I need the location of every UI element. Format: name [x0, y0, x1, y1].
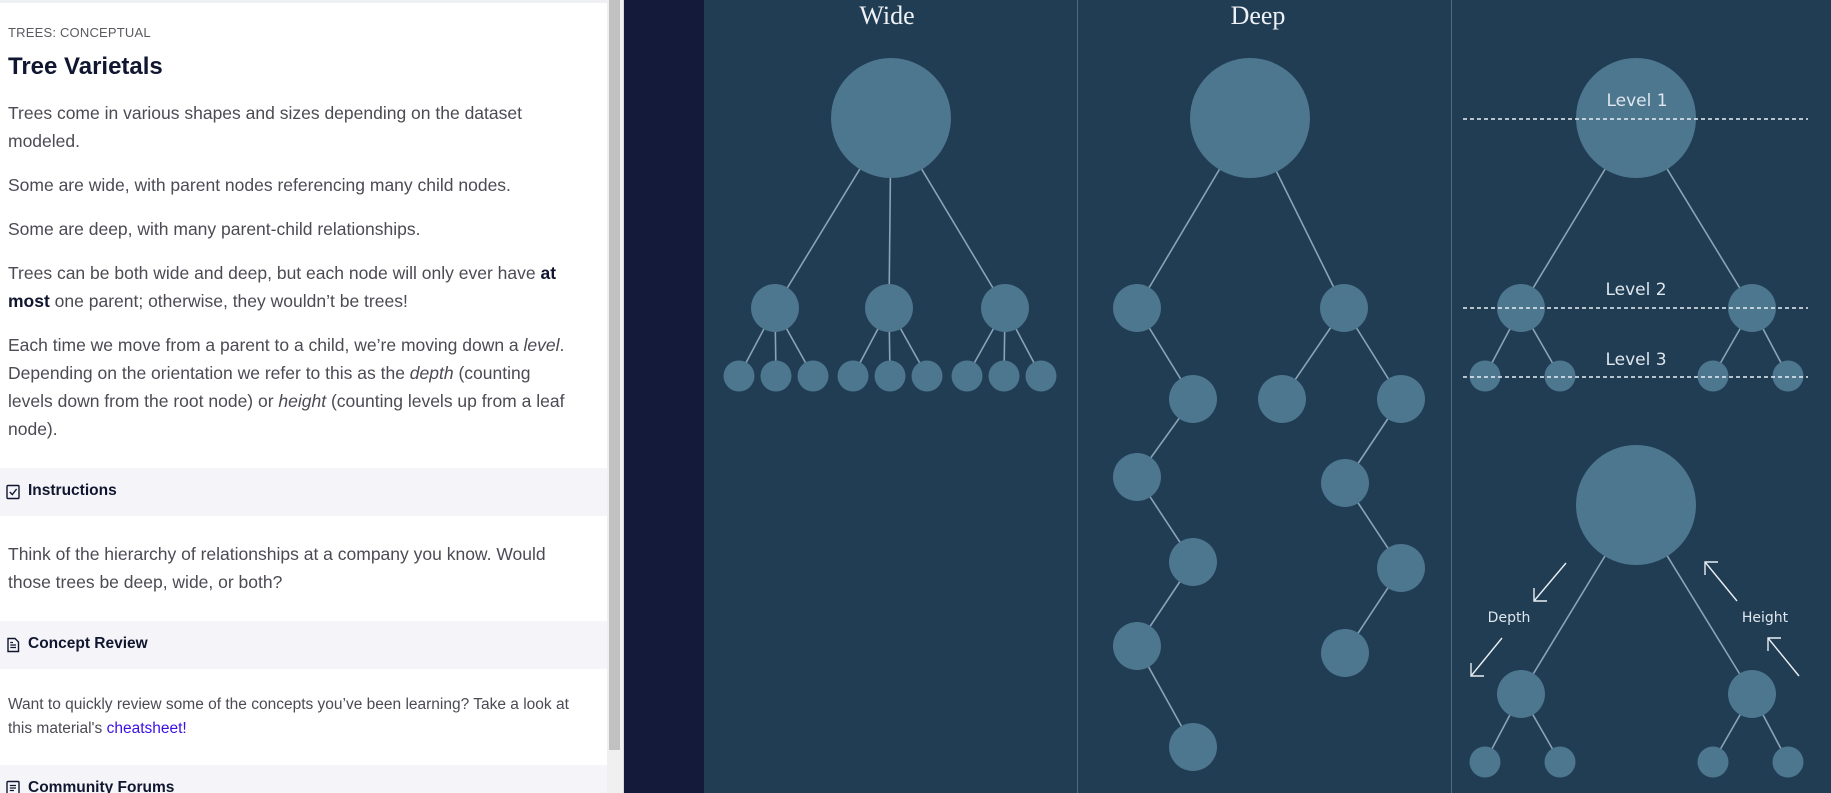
tree-node: [911, 360, 943, 392]
diagram-panel: Wide Deep Level 1 Level 2 Level 3 Depth …: [624, 0, 1831, 793]
tree-node: [1544, 746, 1576, 778]
deep-label: Deep: [1231, 1, 1286, 30]
tree-node: [1497, 670, 1545, 718]
tree-node: [1377, 375, 1425, 423]
instructions-header[interactable]: Instructions: [0, 468, 607, 516]
text-run: Each time we move from a parent to a chi…: [8, 335, 524, 355]
lesson-panel: TREES: CONCEPTUAL Tree Varietals Trees c…: [0, 0, 607, 793]
tree-node: [1113, 622, 1161, 670]
tree-node: [1169, 538, 1217, 586]
level-3-label: Level 3: [1605, 350, 1666, 370]
tree-node: [751, 284, 799, 332]
concept-review-label: Concept Review: [28, 635, 148, 652]
text-run: Trees can be both wide and deep, but eac…: [8, 263, 541, 283]
instructions-text: Think of the hierarchy of relationships …: [8, 544, 546, 592]
tree-node: [981, 284, 1029, 332]
height-label: Height: [1742, 610, 1789, 626]
italic-text: height: [278, 391, 327, 411]
tree-node: [988, 360, 1020, 392]
italic-text: level: [523, 335, 560, 355]
scrollbar-thumb[interactable]: [609, 0, 620, 750]
tree-node: [1576, 445, 1696, 565]
paragraph-wide: Some are wide, with parent nodes referen…: [8, 175, 511, 195]
tree-node: [723, 360, 755, 392]
breadcrumb: TREES: CONCEPTUAL: [8, 25, 151, 40]
checkbox-icon: [6, 484, 20, 500]
instructions-label: Instructions: [28, 482, 117, 499]
document-icon: [7, 637, 20, 653]
tree-node: [1544, 360, 1576, 392]
tree-node: [1113, 284, 1161, 332]
tree-node: [1320, 284, 1368, 332]
forum-icon: [6, 780, 20, 793]
level-2-label: Level 2: [1605, 280, 1666, 300]
paragraph-intro: Trees come in various shapes and sizes d…: [8, 103, 522, 151]
concept-review-header[interactable]: Concept Review: [0, 621, 607, 669]
tree-node: [1258, 375, 1306, 423]
tree-node: [1025, 360, 1057, 392]
tree-node: [831, 58, 951, 178]
tree-node: [1728, 670, 1776, 718]
page-title: Tree Varietals: [8, 53, 163, 80]
tree-node: [797, 360, 829, 392]
text-run: one parent; otherwise, they wouldn’t be …: [49, 291, 408, 311]
tree-node: [1169, 723, 1217, 771]
tree-node: [1772, 360, 1804, 392]
tree-node: [1469, 746, 1501, 778]
community-forums-label: Community Forums: [28, 779, 175, 793]
tree-diagram: Wide Deep Level 1 Level 2 Level 3 Depth …: [624, 0, 1831, 793]
tree-node: [1169, 375, 1217, 423]
paragraph-parent: Trees can be both wide and deep, but eac…: [8, 259, 568, 315]
tree-node: [1576, 58, 1696, 178]
tree-node: [837, 360, 869, 392]
tree-node: [1113, 453, 1161, 501]
tree-node: [1377, 544, 1425, 592]
tree-node: [760, 360, 792, 392]
depth-label: Depth: [1488, 610, 1531, 626]
tree-node: [1321, 629, 1369, 677]
tree-node: [874, 360, 906, 392]
top-border: [0, 0, 607, 3]
paragraph-level: Each time we move from a parent to a chi…: [8, 331, 568, 443]
tree-node: [1697, 746, 1729, 778]
tree-node: [1772, 746, 1804, 778]
tree-node: [1321, 459, 1369, 507]
tree-node: [951, 360, 983, 392]
italic-text: depth: [409, 363, 454, 383]
text-run: Want to quickly review some of the conce…: [8, 696, 569, 737]
tree-node: [865, 284, 913, 332]
tree-node: [1190, 58, 1310, 178]
concept-review-text: Want to quickly review some of the conce…: [8, 693, 588, 741]
cheatsheet-link[interactable]: cheatsheet!: [107, 720, 187, 737]
paragraph-deep: Some are deep, with many parent-child re…: [8, 219, 421, 239]
wide-label: Wide: [859, 1, 914, 30]
tree-node: [1469, 360, 1501, 392]
level-1-label: Level 1: [1606, 91, 1667, 111]
community-forums-header[interactable]: Community Forums: [0, 765, 607, 793]
tree-node: [1697, 360, 1729, 392]
